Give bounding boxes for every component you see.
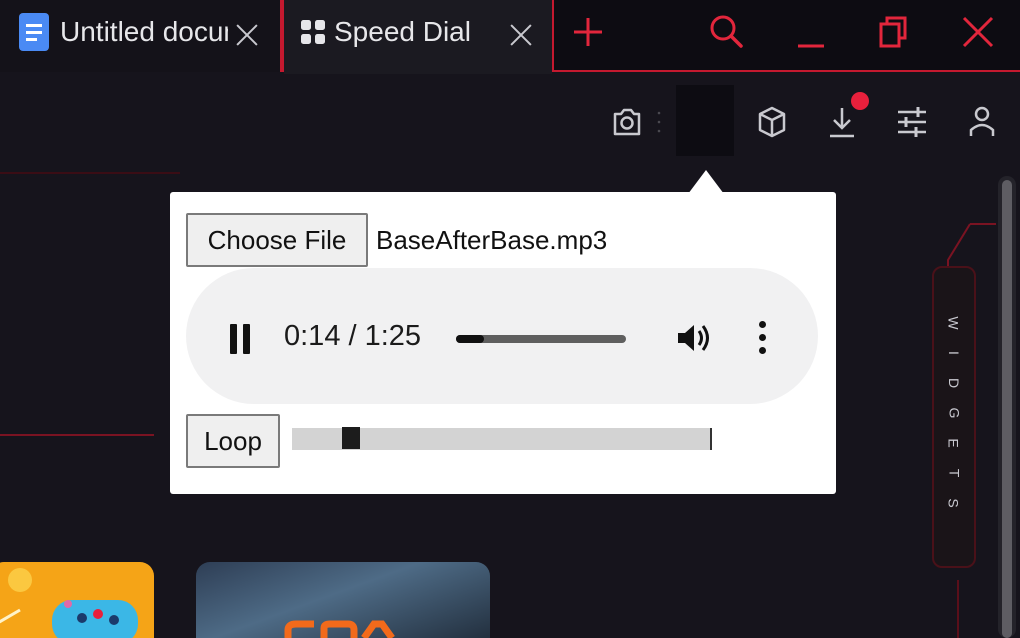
cube-icon[interactable] bbox=[752, 100, 792, 144]
tab-title: Untitled document bbox=[60, 16, 228, 47]
toolbar-separator bbox=[657, 111, 661, 133]
playback-progress-bar[interactable] bbox=[456, 335, 626, 343]
widgets-label-letter: T bbox=[946, 468, 962, 478]
restore-icon[interactable] bbox=[872, 10, 916, 54]
download-badge bbox=[851, 92, 869, 110]
more-options-icon[interactable] bbox=[756, 318, 768, 358]
tab-title: Speed Dial bbox=[334, 16, 471, 47]
speed-dial-tile-g2a[interactable] bbox=[196, 562, 490, 638]
popup-arrow bbox=[688, 170, 724, 194]
widgets-label: W I D G E T S bbox=[944, 316, 964, 510]
profile-icon[interactable] bbox=[962, 100, 1002, 144]
loop-slider-end-mark bbox=[710, 428, 712, 450]
volume-icon[interactable] bbox=[674, 318, 714, 358]
tab-close-icon[interactable] bbox=[506, 20, 536, 50]
time-readout: 0:14 / 1:25 bbox=[284, 320, 422, 352]
widgets-label-letter: D bbox=[946, 377, 962, 389]
audio-player: 0:14 / 1:25 bbox=[186, 268, 818, 404]
settings-sliders-icon[interactable] bbox=[892, 100, 932, 144]
tab-speed-dial[interactable]: Speed Dial bbox=[282, 0, 554, 74]
loop-slider[interactable] bbox=[292, 427, 712, 450]
search-icon[interactable] bbox=[704, 10, 748, 54]
scrollbar-thumb[interactable] bbox=[1002, 180, 1012, 638]
gamepad-icon bbox=[0, 568, 138, 638]
speed-dial-icon bbox=[301, 20, 325, 44]
tab-close-icon[interactable] bbox=[232, 20, 262, 50]
tab-untitled-document[interactable]: Untitled document bbox=[0, 0, 282, 72]
decorative-line bbox=[0, 434, 154, 436]
decorative-frame bbox=[947, 223, 996, 638]
extension-icon[interactable] bbox=[676, 85, 734, 156]
loop-slider-thumb[interactable] bbox=[341, 427, 360, 449]
choose-file-button[interactable]: Choose File bbox=[186, 213, 368, 267]
widgets-label-letter: G bbox=[945, 407, 962, 419]
minimize-icon[interactable] bbox=[790, 10, 834, 54]
camera-icon[interactable] bbox=[607, 100, 647, 144]
audio-popup: Choose File BaseAfterBase.mp3 0:14 / 1:2… bbox=[170, 192, 836, 494]
g2a-logo bbox=[284, 620, 395, 638]
docs-icon bbox=[19, 13, 49, 51]
playback-progress-fill bbox=[456, 335, 485, 343]
speed-dial-tile-game[interactable] bbox=[0, 562, 154, 638]
widgets-label-letter: W bbox=[946, 316, 962, 330]
new-tab-icon[interactable] bbox=[566, 10, 610, 54]
widgets-label-letter: S bbox=[946, 498, 962, 508]
close-icon[interactable] bbox=[956, 10, 1000, 54]
widgets-label-letter: E bbox=[946, 438, 962, 448]
widgets-label-letter: I bbox=[945, 351, 962, 355]
selected-file-name: BaseAfterBase.mp3 bbox=[376, 225, 608, 255]
loop-button[interactable]: Loop bbox=[186, 414, 280, 468]
decorative-line bbox=[0, 172, 180, 174]
pause-icon[interactable] bbox=[224, 322, 258, 356]
